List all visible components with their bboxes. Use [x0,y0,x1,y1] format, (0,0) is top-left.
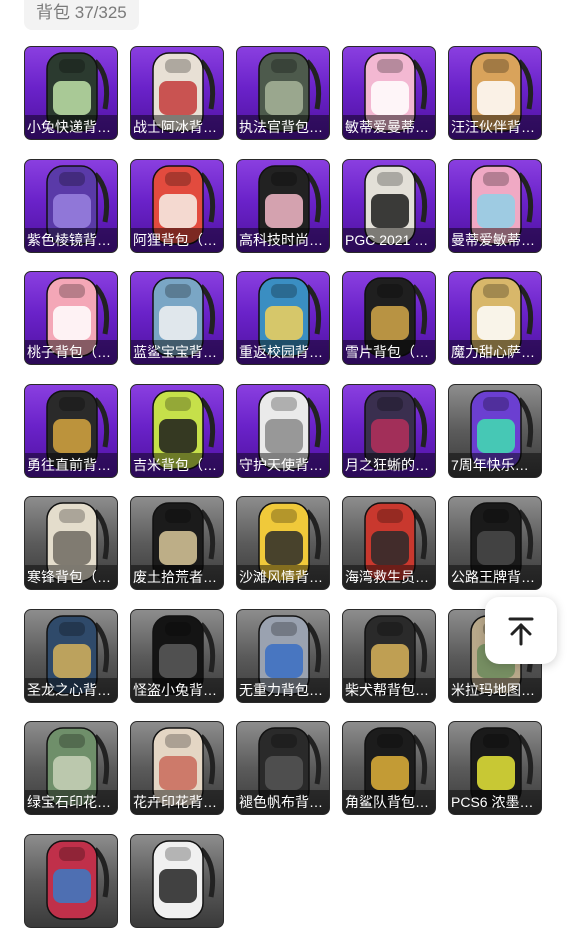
backpack-item[interactable]: 废土拾荒者背包… [130,496,224,590]
backpack-image [46,839,110,920]
backpack-item[interactable]: PCS6 浓墨背包… [448,721,542,815]
backpack-item[interactable]: 海湾救生员背包… [342,496,436,590]
backpack-name: 废土拾荒者背包… [131,565,223,589]
backpack-item[interactable]: 魔力甜心萨背包… [448,271,542,365]
backpack-item[interactable]: 小兔快递背包（… [24,46,118,140]
backpack-item[interactable]: 雪片背包（… [342,271,436,365]
backpack-name: 海湾救生员背包… [343,565,435,589]
backpack-item[interactable]: 蓝鲨宝宝背包（… [130,271,224,365]
backpack-name: 无重力背包（… [237,677,329,702]
backpack-item[interactable]: 曼蒂爱敏蒂背包… [448,158,542,253]
backpack-name: 魔力甜心萨背包… [449,340,541,364]
backpack-name: 曼蒂爱敏蒂背包… [449,227,541,252]
backpack-item[interactable]: 重返校园背包（… [236,271,330,365]
backpack-name: 执法官背包（… [237,115,329,139]
backpack-item[interactable]: 花卉印花背包（… [130,721,224,815]
backpack-name: 汪汪伙伴背包（… [449,115,541,139]
arrow-up-to-top-icon [508,617,534,645]
backpack-name: 花卉印花背包（… [131,790,223,814]
backpack-name: 阿狸背包（… [131,227,223,252]
backpack-name: 小兔快递背包（… [25,115,117,139]
backpack-name: 战士阿冰背包（… [131,115,223,139]
backpack-name: 怪盗小兔背包（… [131,677,223,702]
backpack-name: 寒锋背包（… [25,565,117,589]
backpack-item[interactable]: 汪汪伙伴背包（… [448,46,542,140]
backpack-item[interactable]: 寒锋背包（… [24,496,118,590]
backpack-name: 重返校园背包（… [237,340,329,364]
backpack-item[interactable]: PGC 2021 背包… [342,158,436,253]
backpack-name: 雪片背包（… [343,340,435,364]
backpack-item[interactable]: 执法官背包（… [236,46,330,140]
back-to-top-button[interactable] [485,597,557,664]
backpack-item[interactable]: 守护天使背包（… [236,383,330,478]
backpack-name: PCS6 浓墨背包… [449,790,541,814]
inventory-label: 背包 [36,3,70,22]
backpack-name: 紫色棱镜背包（… [25,227,117,252]
backpack-name: 桃子背包（… [25,340,117,364]
backpack-name: 7周年快乐背包… [449,452,541,477]
inventory-count: 37/325 [74,3,127,22]
backpack-name: 圣龙之心背包（… [25,677,117,702]
backpack-item[interactable]: 无重力背包（… [236,608,330,703]
backpack-name: 公路王牌背包（… [449,565,541,589]
backpack-name: 柴犬帮背包（… [343,677,435,702]
backpack-item[interactable]: 高科技时尚背包… [236,158,330,253]
backpack-name: 绿宝石印花背包… [25,790,117,814]
backpack-item[interactable]: 勇往直前背包（… [24,383,118,478]
backpack-item[interactable]: 怪盗小兔背包（… [130,608,224,703]
backpack-item[interactable]: 紫色棱镜背包（… [24,158,118,253]
backpack-item[interactable]: 月之狂蜥的背包… [342,383,436,478]
backpack-item[interactable]: 桃子背包（… [24,271,118,365]
backpack-name: 蓝鲨宝宝背包（… [131,340,223,364]
backpack-item[interactable]: 7周年快乐背包… [448,383,542,478]
backpack-name: 吉米背包（… [131,452,223,477]
backpack-name: 敏蒂爱曼蒂背包… [343,115,435,139]
backpack-name: 沙滩风情背包（… [237,565,329,589]
backpack-name: 月之狂蜥的背包… [343,452,435,477]
backpack-item[interactable]: 角鲨队背包（… [342,721,436,815]
backpack-name: PGC 2021 背包… [343,227,435,252]
backpack-item[interactable]: 阿狸背包（… [130,158,224,253]
backpack-name: 褪色帆布背包（… [237,790,329,814]
backpack-item[interactable]: 沙滩风情背包（… [236,496,330,590]
backpack-name: 守护天使背包（… [237,452,329,477]
backpack-item[interactable]: 柴犬帮背包（… [342,608,436,703]
backpack-item[interactable]: 吉米背包（… [130,383,224,478]
backpack-name: 高科技时尚背包… [237,227,329,252]
backpack-image [152,839,216,920]
inventory-count-chip: 背包 37/325 [24,0,139,30]
backpack-name: 米拉玛地图背包… [449,677,541,702]
backpack-item[interactable]: 公路王牌背包（… [448,496,542,590]
backpack-item[interactable]: 褪色帆布背包（… [236,721,330,815]
backpack-name: 角鲨队背包（… [343,790,435,814]
backpack-item[interactable]: 绿宝石印花背包… [24,721,118,815]
backpack-item[interactable]: 战士阿冰背包（… [130,46,224,140]
backpack-item[interactable]: 圣龙之心背包（… [24,608,118,703]
backpack-item[interactable]: 敏蒂爱曼蒂背包… [342,46,436,140]
backpack-name: 勇往直前背包（… [25,452,117,477]
